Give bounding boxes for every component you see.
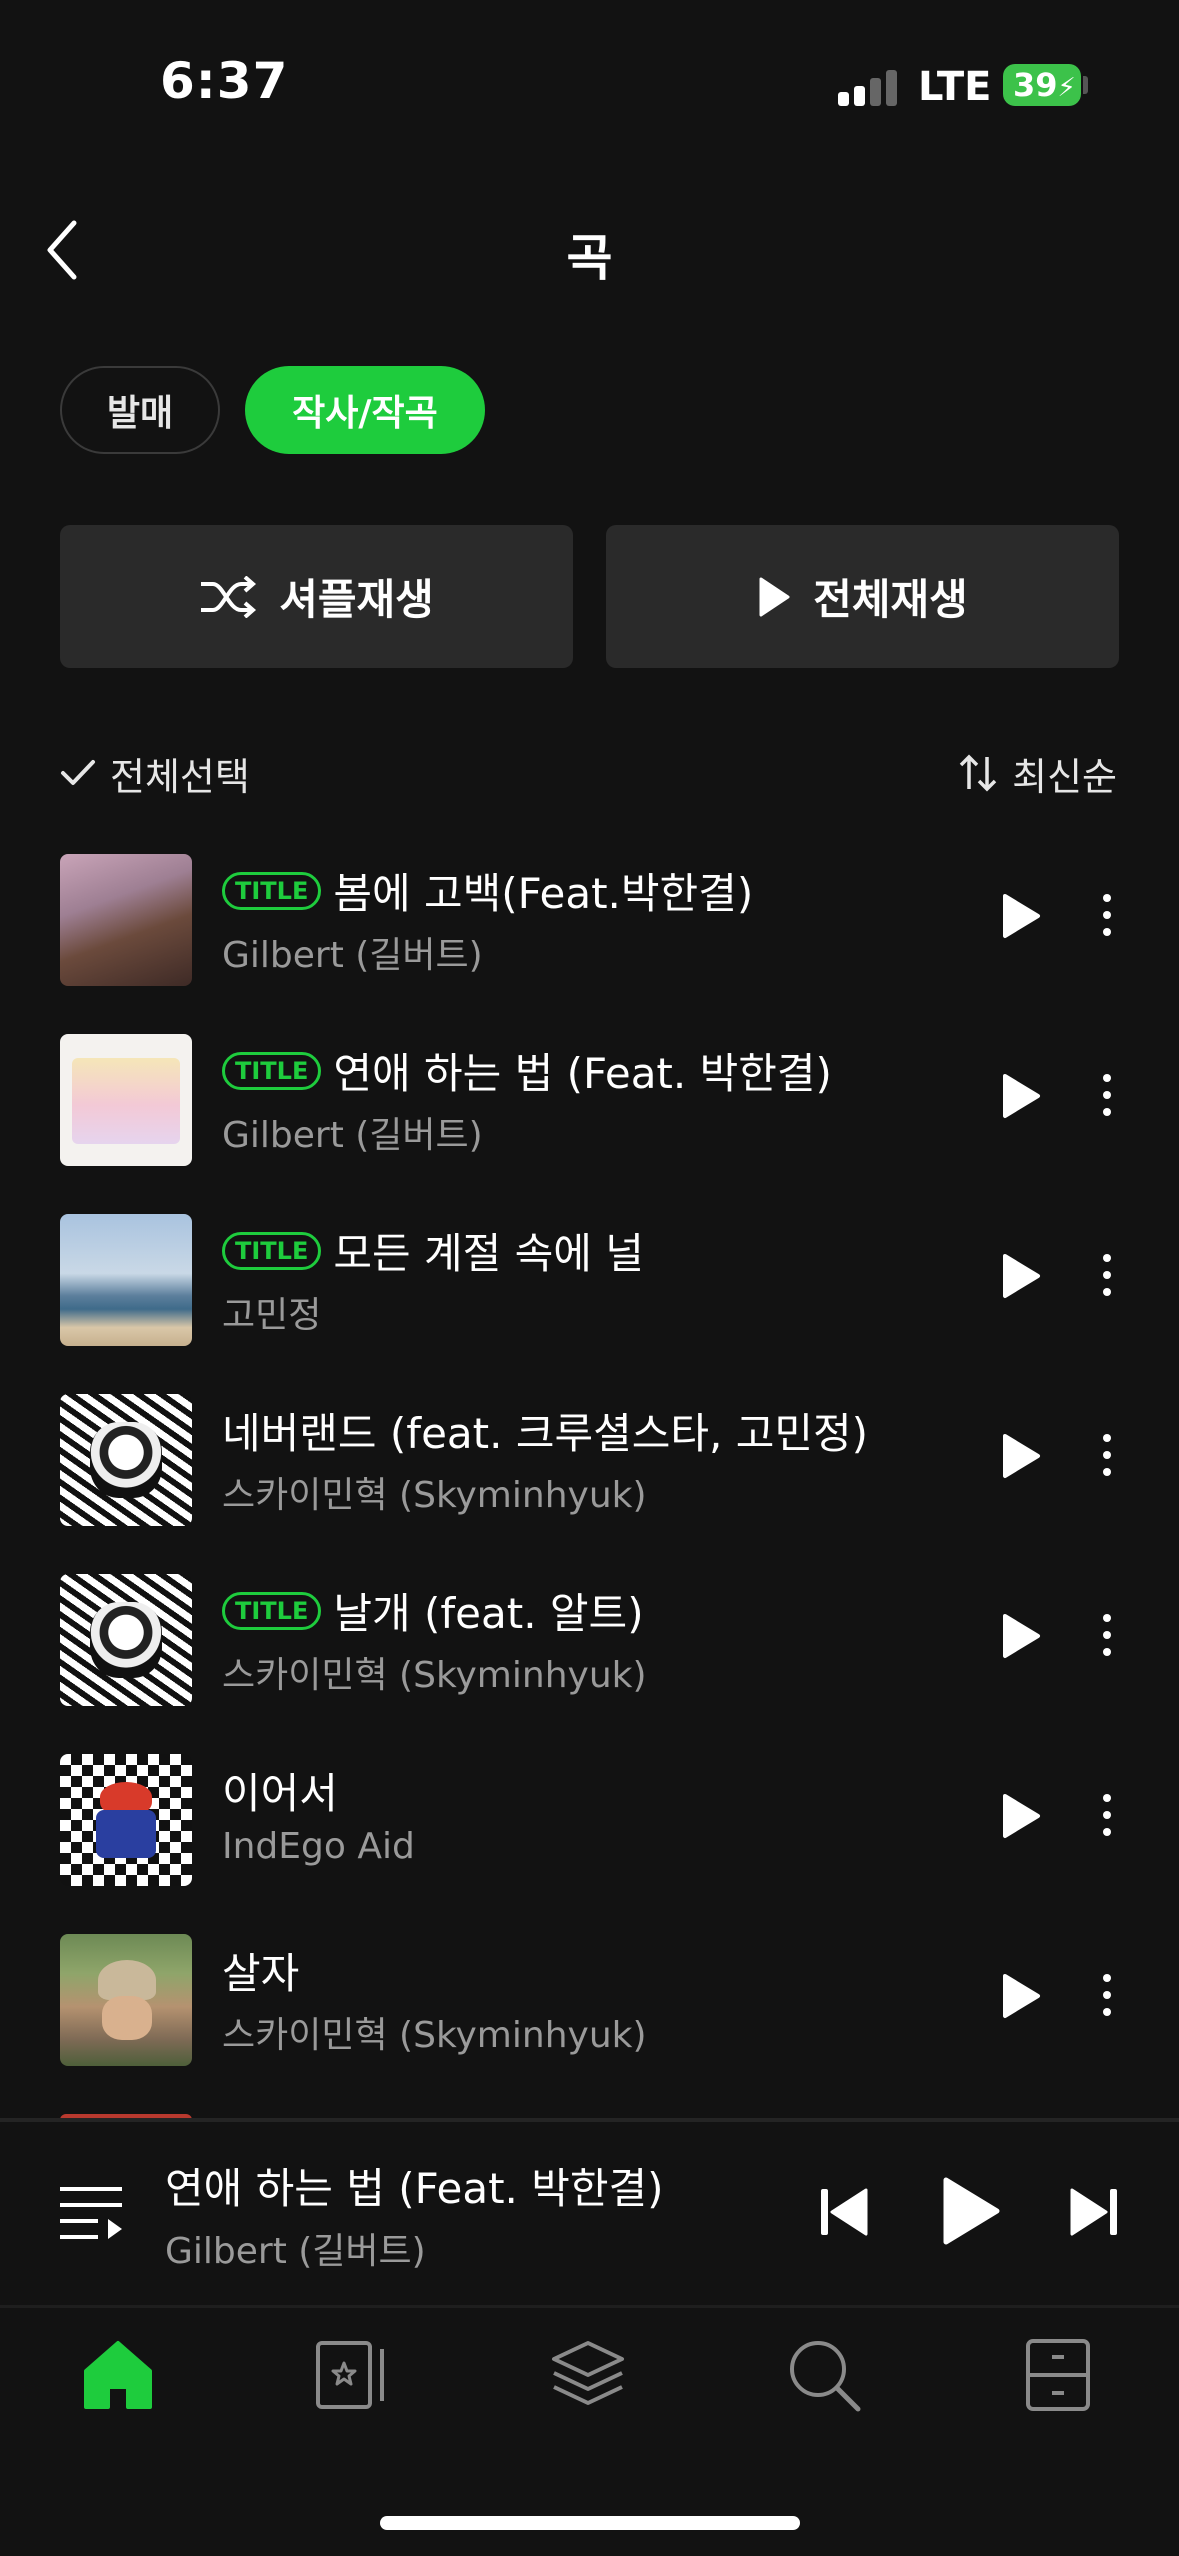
title-track-badge: TITLE [222,1231,322,1270]
song-row-1[interactable]: TITLE 봄에 고백(Feat.박한결) Gilbert (길버트) [0,822,1179,1002]
check-icon [61,760,95,785]
next-track-icon[interactable] [1068,2185,1120,2239]
album-art-thumbnail [60,854,192,986]
album-art-thumbnail [60,1394,192,1526]
more-options-icon[interactable] [1100,894,1114,940]
shuffle-play-label: 셔플재생 [279,575,434,624]
sort-label: 최신순 [1012,754,1117,799]
song-artist: 스카이민혁 (Skyminhyuk) [222,2015,647,2056]
play-icon[interactable] [1000,892,1042,940]
search-icon[interactable] [784,2335,864,2415]
play-icon [759,577,790,616]
song-row-4[interactable]: 네버랜드 (feat. 크루셜스타, 고민정) 스카이민혁 (Skyminhyu… [0,1362,1179,1542]
song-title: 네버랜드 (feat. 크루셜스타, 고민정) [222,1409,869,1458]
song-title: 봄에 고백(Feat.박한결) [333,869,754,918]
battery-level: 39 [1013,66,1058,104]
play-pause-icon[interactable] [940,2175,1002,2247]
song-row-5[interactable]: TITLE 날개 (feat. 알트) 스카이민혁 (Skyminhyuk) [0,1542,1179,1722]
more-options-icon[interactable] [1100,1974,1114,2020]
page-title: 곡 [566,229,613,287]
play-all-button[interactable]: 전체재생 [606,525,1119,668]
status-time: 6:37 [160,52,289,110]
now-playing-artist: Gilbert (길버트) [165,2231,426,2272]
play-icon[interactable] [1000,1612,1042,1660]
filter-chip-lyrics-composition[interactable]: 작사/작곡 [245,366,485,454]
song-row-7[interactable]: 살자 스카이민혁 (Skyminhyuk) [0,1902,1179,2082]
song-artist: 스카이민혁 (Skyminhyuk) [222,1475,647,1516]
sort-arrows-icon [959,754,997,792]
drawer-icon[interactable] [1018,2335,1098,2415]
layers-icon[interactable] [548,2335,628,2415]
battery-icon: 39⚡ [1003,64,1081,106]
song-row-2[interactable]: TITLE 연애 하는 법 (Feat. 박한결) Gilbert (길버트) [0,1002,1179,1182]
tab-bar-divider [0,2305,1179,2308]
network-label: LTE [918,64,992,110]
now-playing-title[interactable]: 연애 하는 법 (Feat. 박한결) [165,2155,664,2216]
select-all-button[interactable]: 전체선택 [60,748,250,799]
home-indicator[interactable] [380,2516,800,2530]
select-all-label: 전체선택 [110,754,250,799]
sort-button[interactable]: 최신순 [958,748,1117,799]
song-artist: IndEgo Aid [222,1826,415,1867]
filter-chip-release[interactable]: 발매 [60,366,220,454]
signal-icon [838,70,898,106]
song-title: 이어서 [222,1769,338,1818]
song-artist: 스카이민혁 (Skyminhyuk) [222,1655,647,1696]
album-art-thumbnail [60,1934,192,2066]
more-options-icon[interactable] [1100,1254,1114,1300]
title-track-badge: TITLE [222,1051,322,1090]
previous-track-icon[interactable] [818,2185,870,2239]
song-row-6[interactable]: 이어서 IndEgo Aid [0,1722,1179,1902]
album-art-thumbnail [60,1214,192,1346]
shuffle-icon [201,575,257,618]
song-artist: Gilbert (길버트) [222,1115,483,1156]
play-all-label: 전체재생 [813,575,968,624]
playlist-icon[interactable] [58,2183,124,2243]
play-icon[interactable] [1000,1972,1042,2020]
play-icon[interactable] [1000,1792,1042,1840]
more-options-icon[interactable] [1100,1074,1114,1120]
album-art-thumbnail [60,1754,192,1886]
song-artist: Gilbert (길버트) [222,935,483,976]
song-title: 살자 [222,1949,300,1998]
play-icon[interactable] [1000,1252,1042,1300]
shuffle-play-button[interactable]: 셔플재생 [60,525,573,668]
song-title: 모든 계절 속에 널 [333,1229,644,1278]
home-icon[interactable] [78,2335,158,2415]
battery-tip [1083,76,1088,94]
album-art-thumbnail [60,1034,192,1166]
song-title: 날개 (feat. 알트) [333,1589,644,1638]
more-options-icon[interactable] [1100,1434,1114,1480]
play-icon[interactable] [1000,1072,1042,1120]
play-icon[interactable] [1000,1432,1042,1480]
more-options-icon[interactable] [1100,1614,1114,1660]
song-artist: 고민정 [222,1295,322,1336]
song-row-3[interactable]: TITLE 모든 계절 속에 널 고민정 [0,1182,1179,1362]
title-track-badge: TITLE [222,871,322,910]
song-title: 연애 하는 법 (Feat. 박한결) [333,1049,832,1098]
title-track-badge: TITLE [222,1591,322,1630]
library-card-icon[interactable] [312,2335,392,2415]
album-art-thumbnail [60,1574,192,1706]
more-options-icon[interactable] [1100,1794,1114,1840]
